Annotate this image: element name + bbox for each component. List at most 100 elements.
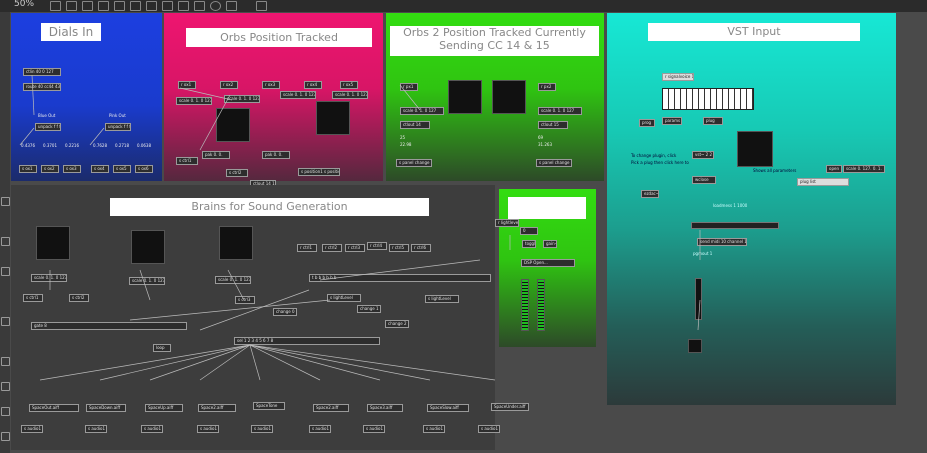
unpack-object-2[interactable]: unpack f f f xyxy=(105,123,131,131)
orbs-receive-1[interactable]: r ox1 xyxy=(178,81,196,89)
brain-lightlevel-2[interactable]: s lightLevel xyxy=(425,295,459,303)
picture-icon[interactable] xyxy=(1,317,10,326)
vst-prog[interactable]: prog xyxy=(639,119,655,127)
orbs-scale-1[interactable]: scale 0. 1. 0 127 xyxy=(176,97,212,105)
send-ox3[interactable]: s ox3 xyxy=(63,165,81,173)
brain-receive-6[interactable]: r ctrl6 xyxy=(411,244,431,252)
brain-receive-4[interactable]: r ctrl4 xyxy=(367,242,387,250)
send-ox6[interactable]: s ox6 xyxy=(135,165,153,173)
vst-params[interactable]: params xyxy=(662,117,682,125)
audio-icon[interactable] xyxy=(1,382,10,391)
brain-receive-5[interactable]: r ctrl5 xyxy=(389,244,409,252)
brain-receive-3[interactable]: r ctrl3 xyxy=(345,244,365,252)
vst-scale[interactable]: scale 0. 127. 0. 1. xyxy=(843,165,885,173)
brain-send-1[interactable]: s ctrl1 xyxy=(23,294,43,302)
brain-scale-1[interactable]: scale 0. 1. 0 127 xyxy=(31,274,67,282)
brain-trigger[interactable]: t b b b b b b xyxy=(309,274,491,282)
brain-change-3[interactable]: change 2 xyxy=(385,320,409,328)
brain-audio-out-3[interactable]: s audio1 xyxy=(141,425,163,433)
vst-tilde[interactable]: vst~ 2 2 xyxy=(692,151,714,159)
clue-icon[interactable] xyxy=(1,237,10,246)
brain-lcd-1[interactable] xyxy=(36,226,70,260)
orbs-receive-4[interactable]: r ox4 xyxy=(304,81,322,89)
slider-icon[interactable] xyxy=(194,1,205,11)
comment-icon[interactable] xyxy=(130,1,141,11)
zoom-level[interactable]: 50% xyxy=(14,0,34,9)
orbs2-ctlout-1[interactable]: ctlout 14 xyxy=(400,121,430,129)
orbs2-change-1[interactable]: s panel change xyxy=(396,159,432,167)
brain-change-2[interactable]: change 1 xyxy=(357,305,381,313)
brain-send-2[interactable]: s ctrl2 xyxy=(69,294,89,302)
green-number[interactable]: 0 xyxy=(520,227,538,235)
send-ox5[interactable]: s ox5 xyxy=(113,165,131,173)
orb2-lcd-2[interactable] xyxy=(492,80,526,114)
brain-lcd-2[interactable] xyxy=(131,230,165,264)
vst-open-button[interactable]: open xyxy=(826,165,842,173)
brain-sel[interactable]: sel 1 2 3 4 5 6 7 8 xyxy=(234,337,380,345)
send-ox4[interactable]: s ox4 xyxy=(91,165,109,173)
orb2-lcd-1[interactable] xyxy=(448,80,482,114)
brain-send-3[interactable]: s ctrl3 xyxy=(235,296,255,304)
orbs-scale-3[interactable]: scale 0. 1. 0 127 xyxy=(280,91,316,99)
orbs-receive-2[interactable]: r ox2 xyxy=(220,81,238,89)
brain-scale-2[interactable]: scale 0. 1. 0 127 xyxy=(129,277,165,285)
brain-sf-7[interactable]: Space3.aiff xyxy=(367,404,403,412)
brain-receive-2[interactable]: r ctrl2 xyxy=(322,244,342,252)
keyboard[interactable] xyxy=(662,88,754,110)
presentation-icon[interactable] xyxy=(66,1,77,11)
brain-sf-4[interactable]: Space2.aiff xyxy=(198,404,236,412)
debug-icon[interactable] xyxy=(1,267,10,276)
ctlin-object[interactable]: ctlin 40 0 127 xyxy=(23,68,61,76)
brain-audio-out-5[interactable]: s audio1 xyxy=(251,425,273,433)
brain-receive-1[interactable]: r ctrl1 xyxy=(297,244,317,252)
send-ox1[interactable]: s ox1 xyxy=(19,165,37,173)
dial-icon[interactable] xyxy=(210,1,221,11)
inspector-icon[interactable] xyxy=(1,197,10,206)
number-icon[interactable] xyxy=(146,1,157,11)
vst-send-midi[interactable]: send midi 10 channel 1 xyxy=(697,238,747,246)
brain-loop[interactable]: loop xyxy=(153,344,171,352)
vst-output-box[interactable] xyxy=(688,339,702,353)
vst-slider[interactable] xyxy=(695,278,702,320)
sf-extra[interactable]: SpaceUnder.aiff xyxy=(491,403,529,411)
brain-sf-8[interactable]: SpaceSlow.aiff xyxy=(427,404,469,412)
orbs2-scale-1[interactable]: scale 0. 1. 0 127 xyxy=(400,107,444,115)
lock-icon[interactable] xyxy=(50,1,61,11)
route-object[interactable]: route 40 cc44 43 xyxy=(23,83,61,91)
unpack-object-1[interactable]: unpack f f f xyxy=(35,123,61,131)
vst-display[interactable] xyxy=(737,131,773,167)
brain-audio-out-6[interactable]: s audio1 xyxy=(309,425,331,433)
sf-extra-out[interactable]: s audio1 xyxy=(478,425,500,433)
redo-icon[interactable] xyxy=(1,432,10,441)
brain-lcd-3[interactable] xyxy=(219,226,253,260)
toggle-icon[interactable] xyxy=(178,1,189,11)
green-gain[interactable]: gain~ xyxy=(543,240,557,248)
orbs2-change-2[interactable]: s panel change xyxy=(536,159,572,167)
orb-lcd-1[interactable] xyxy=(216,108,250,142)
new-object-icon[interactable] xyxy=(98,1,109,11)
message-icon[interactable] xyxy=(114,1,125,11)
brain-audio-out-2[interactable]: s audio1 xyxy=(85,425,107,433)
brain-scale-3[interactable]: scale 0. 1. 0 127 xyxy=(215,276,251,284)
brain-audio-out-4[interactable]: s audio1 xyxy=(197,425,219,433)
orbs-receive-5[interactable]: r ox5 xyxy=(340,81,358,89)
grid-icon[interactable] xyxy=(82,1,93,11)
brain-audio-out-1[interactable]: s audio1 xyxy=(21,425,43,433)
brain-sf-5[interactable]: SpaceTone xyxy=(253,402,285,410)
orbs2-scale-2[interactable]: scale 0. 1. 0 127 xyxy=(538,107,582,115)
button-icon[interactable] xyxy=(162,1,173,11)
green-receive[interactable]: r lightlevel xyxy=(495,219,519,227)
send-ox2[interactable]: s ox2 xyxy=(41,165,59,173)
orbs-scale-4[interactable]: scale 0. 1. 0 127 xyxy=(332,91,368,99)
brain-sf-6[interactable]: Space2.aiff xyxy=(313,404,349,412)
orbs2-receive-2[interactable]: r px2 xyxy=(538,83,556,91)
back-icon[interactable] xyxy=(256,1,267,11)
brain-audio-out-8[interactable]: s audio1 xyxy=(423,425,445,433)
brain-lightlevel[interactable]: s lightLevel xyxy=(327,294,361,302)
orbs-pak-2[interactable]: pak 0. 0. xyxy=(262,151,290,159)
green-toggle[interactable]: toggle xyxy=(522,240,536,248)
undo-icon[interactable] xyxy=(1,407,10,416)
orbs-scale-2[interactable]: scale 0. 1. 0 127 xyxy=(224,95,260,103)
brain-sf-2[interactable]: SpaceDown.aiff xyxy=(86,404,126,412)
vst-ezdac[interactable]: ezdac~ xyxy=(641,190,659,198)
